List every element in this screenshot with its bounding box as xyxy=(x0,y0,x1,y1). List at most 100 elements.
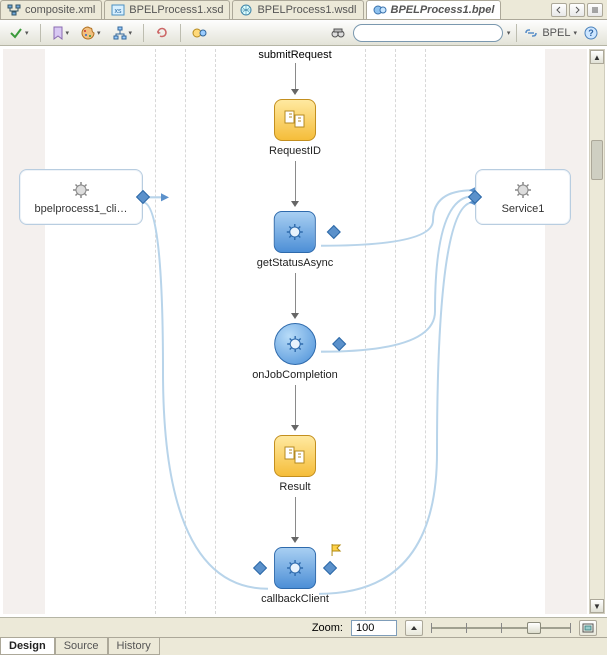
tree-icon xyxy=(7,4,21,16)
zoom-step-up[interactable] xyxy=(405,620,423,636)
partner-label: bpelprocess1_cli… xyxy=(35,203,128,215)
separator xyxy=(516,24,517,42)
wsdl-icon xyxy=(239,4,253,16)
tab-label: composite.xml xyxy=(25,4,95,16)
flow-arrow xyxy=(291,273,299,319)
fit-icon xyxy=(582,623,594,633)
flow-arrow xyxy=(291,63,299,95)
partner-port[interactable] xyxy=(468,190,482,204)
activity-on-job-completion[interactable]: onJobCompletion xyxy=(252,323,338,381)
slider-tick xyxy=(570,623,571,633)
gear-icon xyxy=(71,180,91,200)
guideline xyxy=(155,49,156,614)
validate-button[interactable]: ▾ xyxy=(6,24,32,42)
find-button[interactable] xyxy=(327,24,349,42)
svg-text:xs: xs xyxy=(115,8,123,15)
separator xyxy=(143,24,144,42)
tab-label: BPELProcess1.bpel xyxy=(391,4,495,16)
activity-port[interactable] xyxy=(327,225,341,239)
activity-port[interactable] xyxy=(253,561,267,575)
tab-bpel-wsdl[interactable]: BPELProcess1.wsdl xyxy=(232,0,363,19)
bookmark-button[interactable]: ▾ xyxy=(49,24,73,42)
vertical-scrollbar[interactable]: ▲ ▼ xyxy=(589,49,605,614)
help-button[interactable]: ? xyxy=(581,24,601,42)
left-lane-shade xyxy=(3,49,45,614)
view-switcher[interactable]: BPEL ▾ xyxy=(523,27,577,39)
tab-bpel-process[interactable]: BPELProcess1.bpel xyxy=(366,0,502,19)
diagram-canvas-wrap: bpelprocess1_cli… Service1 submitRequest xyxy=(0,46,607,617)
editor-tab-bar: composite.xml xs BPELProcess1.xsd BPELPr… xyxy=(0,0,607,20)
tab-nav-prev[interactable] xyxy=(551,3,567,17)
gear-icon xyxy=(513,180,533,200)
dropdown-icon: ▾ xyxy=(25,29,29,37)
subtab-source[interactable]: Source xyxy=(55,638,108,655)
slider-knob[interactable] xyxy=(527,622,541,634)
activity-request-id[interactable]: RequestID xyxy=(269,99,321,157)
activity-port[interactable] xyxy=(323,561,337,575)
activity-port[interactable] xyxy=(332,337,346,351)
warning-flag-icon xyxy=(329,543,343,557)
flow-arrow xyxy=(291,497,299,543)
activity-label: submitRequest xyxy=(258,49,331,61)
refresh-button[interactable] xyxy=(152,24,172,42)
activity-label: Result xyxy=(279,481,310,493)
partner-link-service1[interactable]: Service1 xyxy=(475,169,571,225)
debug-button[interactable] xyxy=(189,24,211,42)
debug-icon xyxy=(192,26,208,40)
slider-tick xyxy=(466,623,467,633)
scroll-thumb[interactable] xyxy=(591,140,603,180)
activity-label: RequestID xyxy=(269,145,321,157)
partner-port[interactable] xyxy=(136,190,150,204)
xsd-icon: xs xyxy=(111,4,125,16)
assign-icon xyxy=(283,109,307,131)
activity-label-submit: submitRequest xyxy=(3,49,587,61)
activity-result[interactable]: Result xyxy=(274,435,316,493)
svg-text:?: ? xyxy=(588,28,594,38)
zoom-slider[interactable] xyxy=(431,621,571,635)
activity-label: callbackClient xyxy=(261,593,329,605)
guideline xyxy=(395,49,396,614)
tab-nav-next[interactable] xyxy=(569,3,585,17)
bpel-icon xyxy=(373,4,387,16)
help-icon: ? xyxy=(584,26,598,40)
assign-icon xyxy=(283,445,307,467)
slider-tick xyxy=(501,623,502,633)
guideline xyxy=(185,49,186,614)
scroll-down-arrow[interactable]: ▼ xyxy=(590,599,604,613)
layout-button[interactable]: ▾ xyxy=(110,24,136,42)
activity-get-status-async[interactable]: getStatusAsync xyxy=(257,211,333,269)
search-dropdown-icon[interactable]: ▾ xyxy=(507,29,511,37)
editor-toolbar: ▾ ▾ ▾ ▾ ▾ BPEL ▾ ? xyxy=(0,20,607,46)
partner-link-client[interactable]: bpelprocess1_cli… xyxy=(19,169,143,225)
activity-callback-client[interactable]: callbackClient xyxy=(261,547,329,605)
tab-bpel-xsd[interactable]: xs BPELProcess1.xsd xyxy=(104,0,230,19)
guideline xyxy=(425,49,426,614)
separator xyxy=(40,24,41,42)
flow-arrow xyxy=(291,161,299,207)
dropdown-icon: ▾ xyxy=(97,29,101,37)
guideline xyxy=(365,49,366,614)
tab-composite-xml[interactable]: composite.xml xyxy=(0,0,102,19)
slider-tick xyxy=(431,623,432,633)
bookmark-icon xyxy=(52,26,64,40)
zoom-input[interactable] xyxy=(351,620,397,636)
subtab-history[interactable]: History xyxy=(108,638,160,655)
gear-icon xyxy=(284,557,306,579)
toolbar-search: ▾ BPEL ▾ ? xyxy=(327,24,601,42)
binoculars-icon xyxy=(330,26,346,40)
subtab-design[interactable]: Design xyxy=(0,638,55,655)
diagram-canvas[interactable]: bpelprocess1_cli… Service1 submitRequest xyxy=(3,49,587,614)
search-input[interactable] xyxy=(353,24,503,42)
check-icon xyxy=(9,26,23,40)
dropdown-icon: ▾ xyxy=(66,29,70,37)
palette-button[interactable]: ▾ xyxy=(78,24,104,42)
partner-label: Service1 xyxy=(502,203,545,215)
right-lane-shade xyxy=(545,49,587,614)
tab-label: BPELProcess1.xsd xyxy=(129,4,223,16)
gear-icon xyxy=(284,221,306,243)
tab-label: BPELProcess1.wsdl xyxy=(257,4,356,16)
scroll-up-arrow[interactable]: ▲ xyxy=(590,50,604,64)
tab-nav xyxy=(551,0,607,19)
zoom-fit[interactable] xyxy=(579,620,597,636)
tab-list-menu[interactable] xyxy=(587,3,603,17)
